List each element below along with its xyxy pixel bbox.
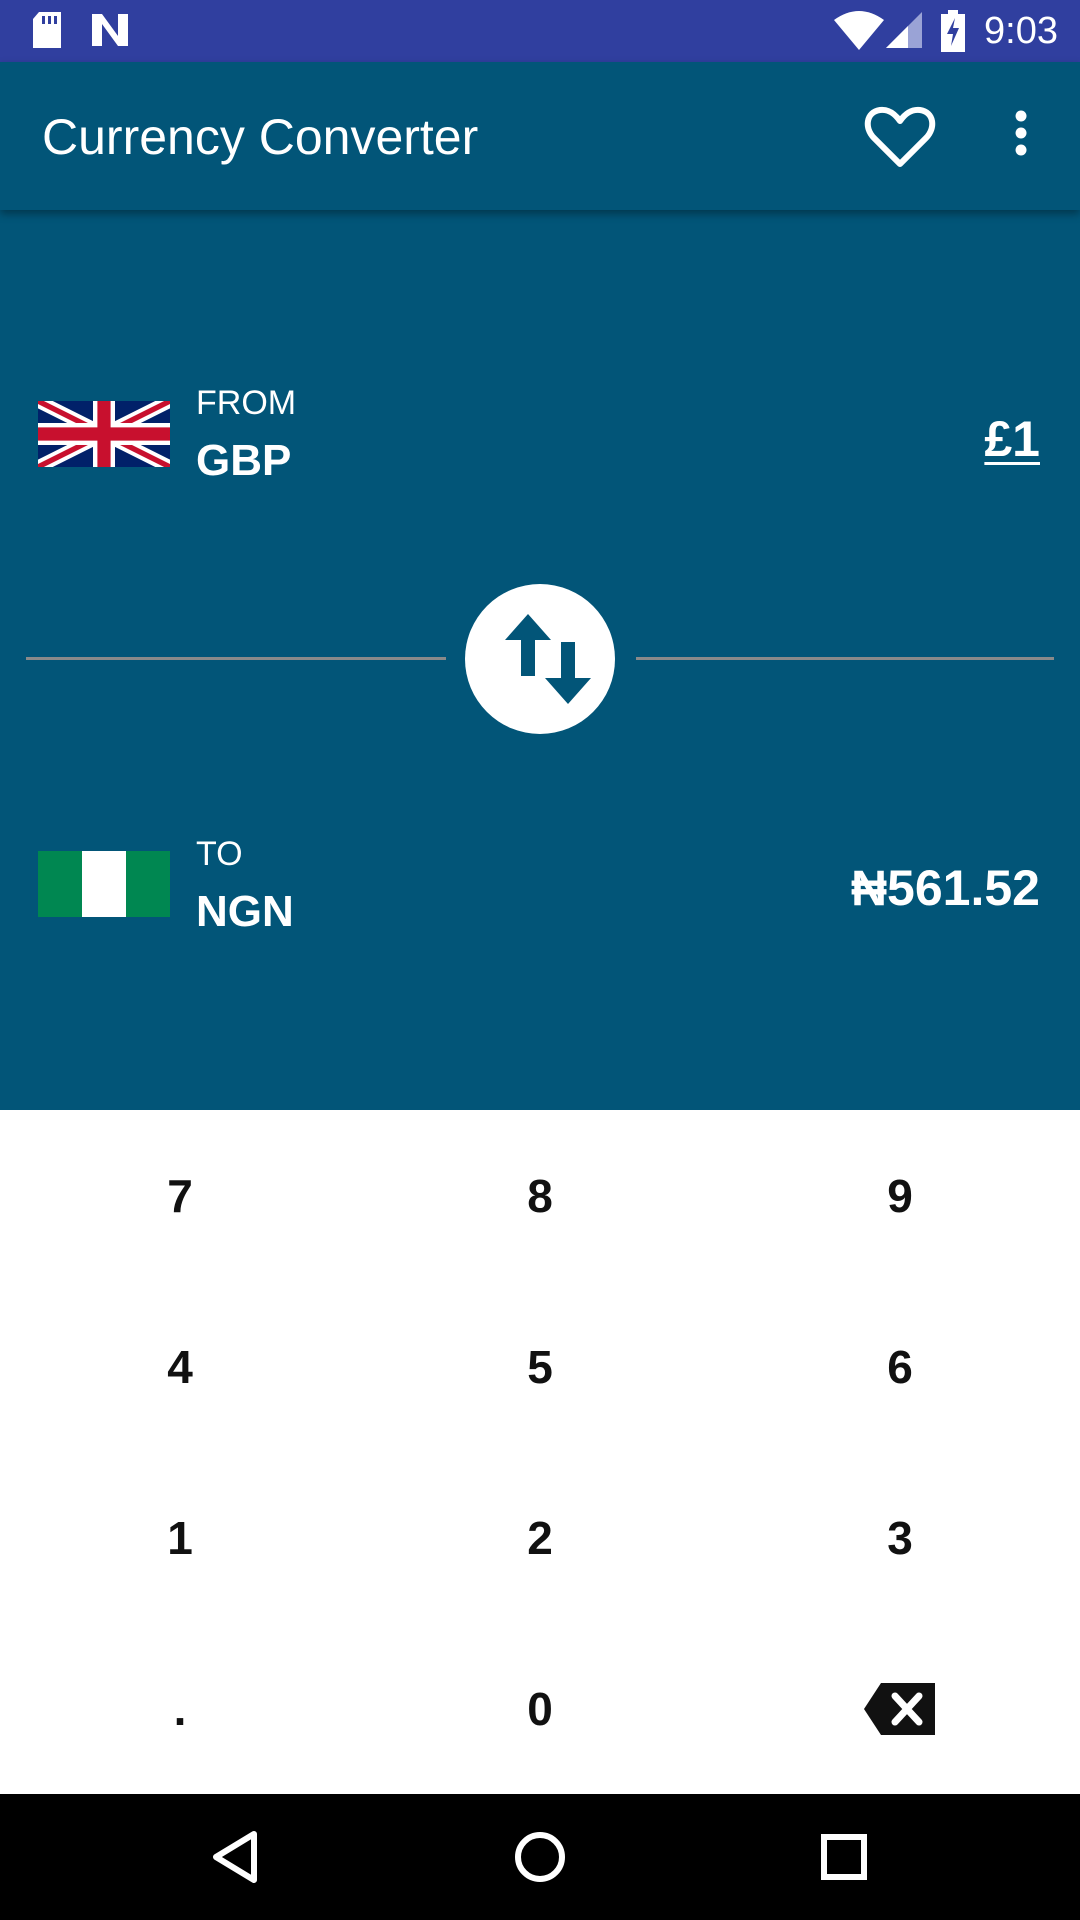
divider-left [26,657,446,660]
wifi-icon [832,10,886,55]
key-7[interactable]: 7 [0,1110,360,1281]
backspace-button[interactable] [720,1623,1080,1794]
key-4[interactable]: 4 [0,1281,360,1452]
key-8[interactable]: 8 [360,1110,720,1281]
key-5[interactable]: 5 [360,1281,720,1452]
key-9[interactable]: 9 [720,1110,1080,1281]
swap-button[interactable] [465,584,615,734]
from-currency-code[interactable]: GBP [196,435,291,487]
key-2[interactable]: 2 [360,1452,720,1623]
nigeria-flag-icon[interactable] [38,851,170,917]
keypad: 7 8 9 4 5 6 1 2 3 . 0 [0,1110,1080,1794]
home-button[interactable] [500,1822,580,1892]
key-6[interactable]: 6 [720,1281,1080,1452]
more-options-button[interactable] [996,106,1046,166]
from-label: FROM [196,384,297,422]
from-amount[interactable]: £1 [984,410,1040,468]
key-1[interactable]: 1 [0,1452,360,1623]
n-notification-icon [88,10,132,55]
divider-right [636,657,1054,660]
back-button[interactable] [196,1822,276,1892]
to-label: TO [196,835,243,873]
heart-icon [864,106,936,167]
to-currency-code[interactable]: NGN [196,886,294,938]
app-title: Currency Converter [42,109,479,165]
navigation-bar [0,1794,1080,1920]
clock: 9:03 [984,10,1058,52]
backspace-icon [864,1682,935,1735]
key-3[interactable]: 3 [720,1452,1080,1623]
key-decimal[interactable]: . [0,1623,360,1794]
home-icon [515,1832,565,1882]
sd-card-icon [30,10,64,55]
app-bar: Currency Converter [0,62,1080,210]
recents-button[interactable] [804,1822,884,1892]
key-0[interactable]: 0 [360,1623,720,1794]
to-amount: ₦561.52 [850,860,1040,916]
favorite-button[interactable] [862,98,938,174]
back-icon [213,1831,257,1883]
more-vert-icon [1015,110,1027,156]
battery-charging-icon [940,10,966,57]
status-bar: 9:03 [0,0,1080,62]
recents-icon [821,1834,867,1880]
uk-flag-icon[interactable] [38,401,170,467]
converter-panel: FROM GBP £1 TO NGN ₦561.52 [0,210,1080,1110]
swap-vertical-icon [505,614,591,704]
signal-icon [884,10,924,55]
